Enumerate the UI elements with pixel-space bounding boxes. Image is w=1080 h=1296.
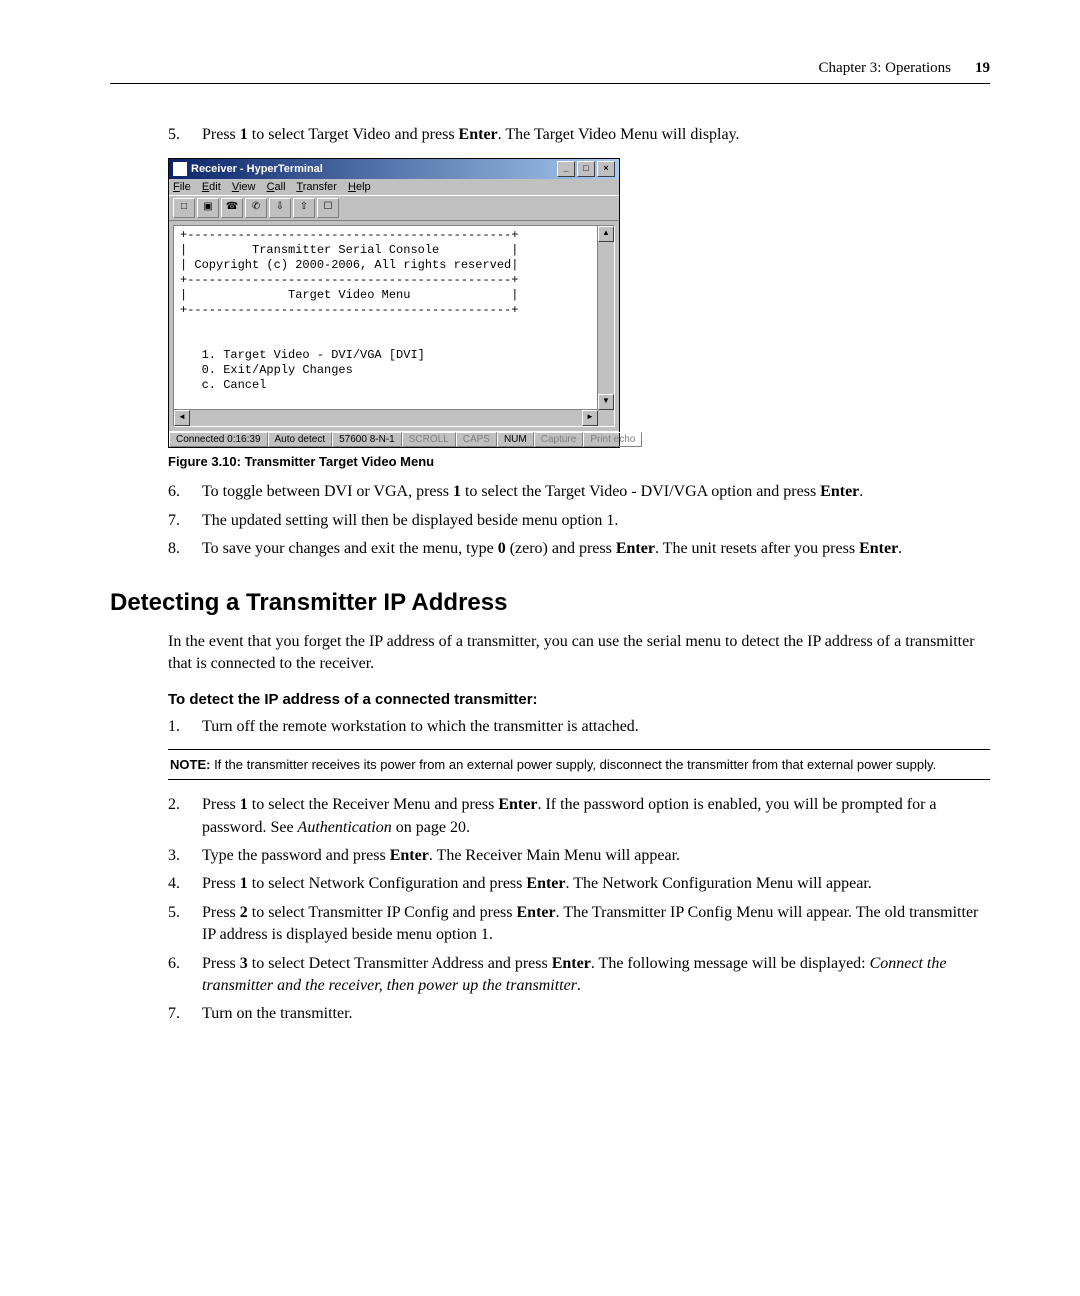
step-body: To toggle between DVI or VGA, press 1 to… bbox=[202, 481, 990, 503]
note-label: NOTE: bbox=[170, 757, 210, 772]
step-7: 7. The updated setting will then be disp… bbox=[168, 510, 990, 532]
toolbar: □ ▣ ☎ ✆ ⇩ ⇧ ☐ bbox=[169, 195, 619, 221]
step-number: 5. bbox=[168, 124, 202, 146]
minimize-button[interactable]: _ bbox=[557, 161, 575, 177]
step-number: 7. bbox=[168, 1003, 202, 1025]
step-body: Press 1 to select the Receiver Menu and … bbox=[202, 794, 990, 839]
status-caps: CAPS bbox=[456, 432, 497, 447]
menu-transfer[interactable]: Transfer bbox=[296, 181, 337, 193]
detect-step-3: 3. Type the password and press Enter. Th… bbox=[168, 845, 990, 867]
terminal-pane[interactable]: +---------------------------------------… bbox=[173, 225, 615, 427]
toolbar-receive-icon[interactable]: ⇧ bbox=[293, 198, 315, 218]
status-scroll: SCROLL bbox=[402, 432, 456, 447]
vertical-scrollbar[interactable]: ▲ ▼ bbox=[597, 226, 614, 410]
status-detect: Auto detect bbox=[268, 432, 333, 447]
terminal-text: +---------------------------------------… bbox=[174, 226, 614, 425]
menu-call[interactable]: Call bbox=[267, 181, 286, 193]
menu-view[interactable]: View bbox=[232, 181, 256, 193]
step-number: 5. bbox=[168, 902, 202, 947]
step-number: 7. bbox=[168, 510, 202, 532]
toolbar-send-icon[interactable]: ⇩ bbox=[269, 198, 291, 218]
step-body: Press 1 to select Network Configuration … bbox=[202, 873, 990, 895]
step-5: 5. Press 1 to select Target Video and pr… bbox=[168, 124, 990, 146]
detect-step-4: 4. Press 1 to select Network Configurati… bbox=[168, 873, 990, 895]
toolbar-open-icon[interactable]: ▣ bbox=[197, 198, 219, 218]
hyperterminal-window: Receiver - HyperTerminal _ □ × FFileile … bbox=[168, 158, 620, 448]
scroll-down-icon[interactable]: ▼ bbox=[598, 394, 614, 410]
toolbar-new-icon[interactable]: □ bbox=[173, 198, 195, 218]
menu-edit[interactable]: Edit bbox=[202, 181, 221, 193]
step-8: 8. To save your changes and exit the men… bbox=[168, 538, 990, 560]
menu-help[interactable]: Help bbox=[348, 181, 371, 193]
paragraph: In the event that you forget the IP addr… bbox=[168, 631, 990, 676]
step-6: 6. To toggle between DVI or VGA, press 1… bbox=[168, 481, 990, 503]
page-header: Chapter 3: Operations 19 bbox=[110, 60, 990, 84]
detect-step-2: 2. Press 1 to select the Receiver Menu a… bbox=[168, 794, 990, 839]
scroll-left-icon[interactable]: ◄ bbox=[174, 410, 190, 426]
page-content: 5. Press 1 to select Target Video and pr… bbox=[110, 124, 990, 1026]
detect-step-5: 5. Press 2 to select Transmitter IP Conf… bbox=[168, 902, 990, 947]
step-number: 6. bbox=[168, 481, 202, 503]
figure-caption: Figure 3.10: Transmitter Target Video Me… bbox=[168, 454, 990, 469]
step-number: 8. bbox=[168, 538, 202, 560]
detect-step-6: 6. Press 3 to select Detect Transmitter … bbox=[168, 953, 990, 998]
resize-grip-icon[interactable] bbox=[598, 410, 614, 426]
step-body: Press 2 to select Transmitter IP Config … bbox=[202, 902, 990, 947]
step-number: 4. bbox=[168, 873, 202, 895]
close-button[interactable]: × bbox=[597, 161, 615, 177]
section-heading: Detecting a Transmitter IP Address bbox=[110, 589, 990, 617]
note-text: If the transmitter receives its power fr… bbox=[210, 757, 936, 772]
status-capture: Capture bbox=[534, 432, 584, 447]
page-number: 19 bbox=[975, 60, 990, 77]
figure-hyperterminal: Receiver - HyperTerminal _ □ × FFileile … bbox=[168, 158, 990, 448]
step-body: Press 1 to select Target Video and press… bbox=[202, 124, 990, 146]
note-box: NOTE: If the transmitter receives its po… bbox=[168, 749, 990, 781]
subheading: To detect the IP address of a connected … bbox=[168, 691, 990, 708]
step-number: 6. bbox=[168, 953, 202, 998]
horizontal-scrollbar[interactable]: ◄ ► bbox=[174, 409, 598, 426]
scroll-right-icon[interactable]: ► bbox=[582, 410, 598, 426]
status-connected: Connected 0:16:39 bbox=[169, 432, 268, 447]
step-body: Press 3 to select Detect Transmitter Add… bbox=[202, 953, 990, 998]
window-titlebar: Receiver - HyperTerminal _ □ × bbox=[169, 159, 619, 179]
detect-step-7: 7. Turn on the transmitter. bbox=[168, 1003, 990, 1025]
toolbar-disconnect-icon[interactable]: ✆ bbox=[245, 198, 267, 218]
toolbar-connect-icon[interactable]: ☎ bbox=[221, 198, 243, 218]
step-number: 3. bbox=[168, 845, 202, 867]
scroll-up-icon[interactable]: ▲ bbox=[598, 226, 614, 242]
menu-file[interactable]: FFileile bbox=[173, 181, 191, 193]
window-title: Receiver - HyperTerminal bbox=[191, 163, 555, 175]
app-icon bbox=[173, 162, 187, 176]
status-num: NUM bbox=[497, 432, 534, 447]
step-body: Type the password and press Enter. The R… bbox=[202, 845, 990, 867]
step-body: Turn off the remote workstation to which… bbox=[202, 716, 990, 738]
step-number: 1. bbox=[168, 716, 202, 738]
status-bar: Connected 0:16:39 Auto detect 57600 8-N-… bbox=[169, 431, 619, 447]
status-comm: 57600 8-N-1 bbox=[332, 432, 402, 447]
detect-step-1: 1. Turn off the remote workstation to wh… bbox=[168, 716, 990, 738]
toolbar-properties-icon[interactable]: ☐ bbox=[317, 198, 339, 218]
step-number: 2. bbox=[168, 794, 202, 839]
menu-bar: FFileile Edit View Call Transfer Help bbox=[169, 179, 619, 195]
chapter-label: Chapter 3: Operations bbox=[819, 60, 951, 77]
step-body: To save your changes and exit the menu, … bbox=[202, 538, 990, 560]
step-body: The updated setting will then be display… bbox=[202, 510, 990, 532]
maximize-button[interactable]: □ bbox=[577, 161, 595, 177]
step-body: Turn on the transmitter. bbox=[202, 1003, 990, 1025]
status-echo: Print echo bbox=[583, 432, 642, 447]
